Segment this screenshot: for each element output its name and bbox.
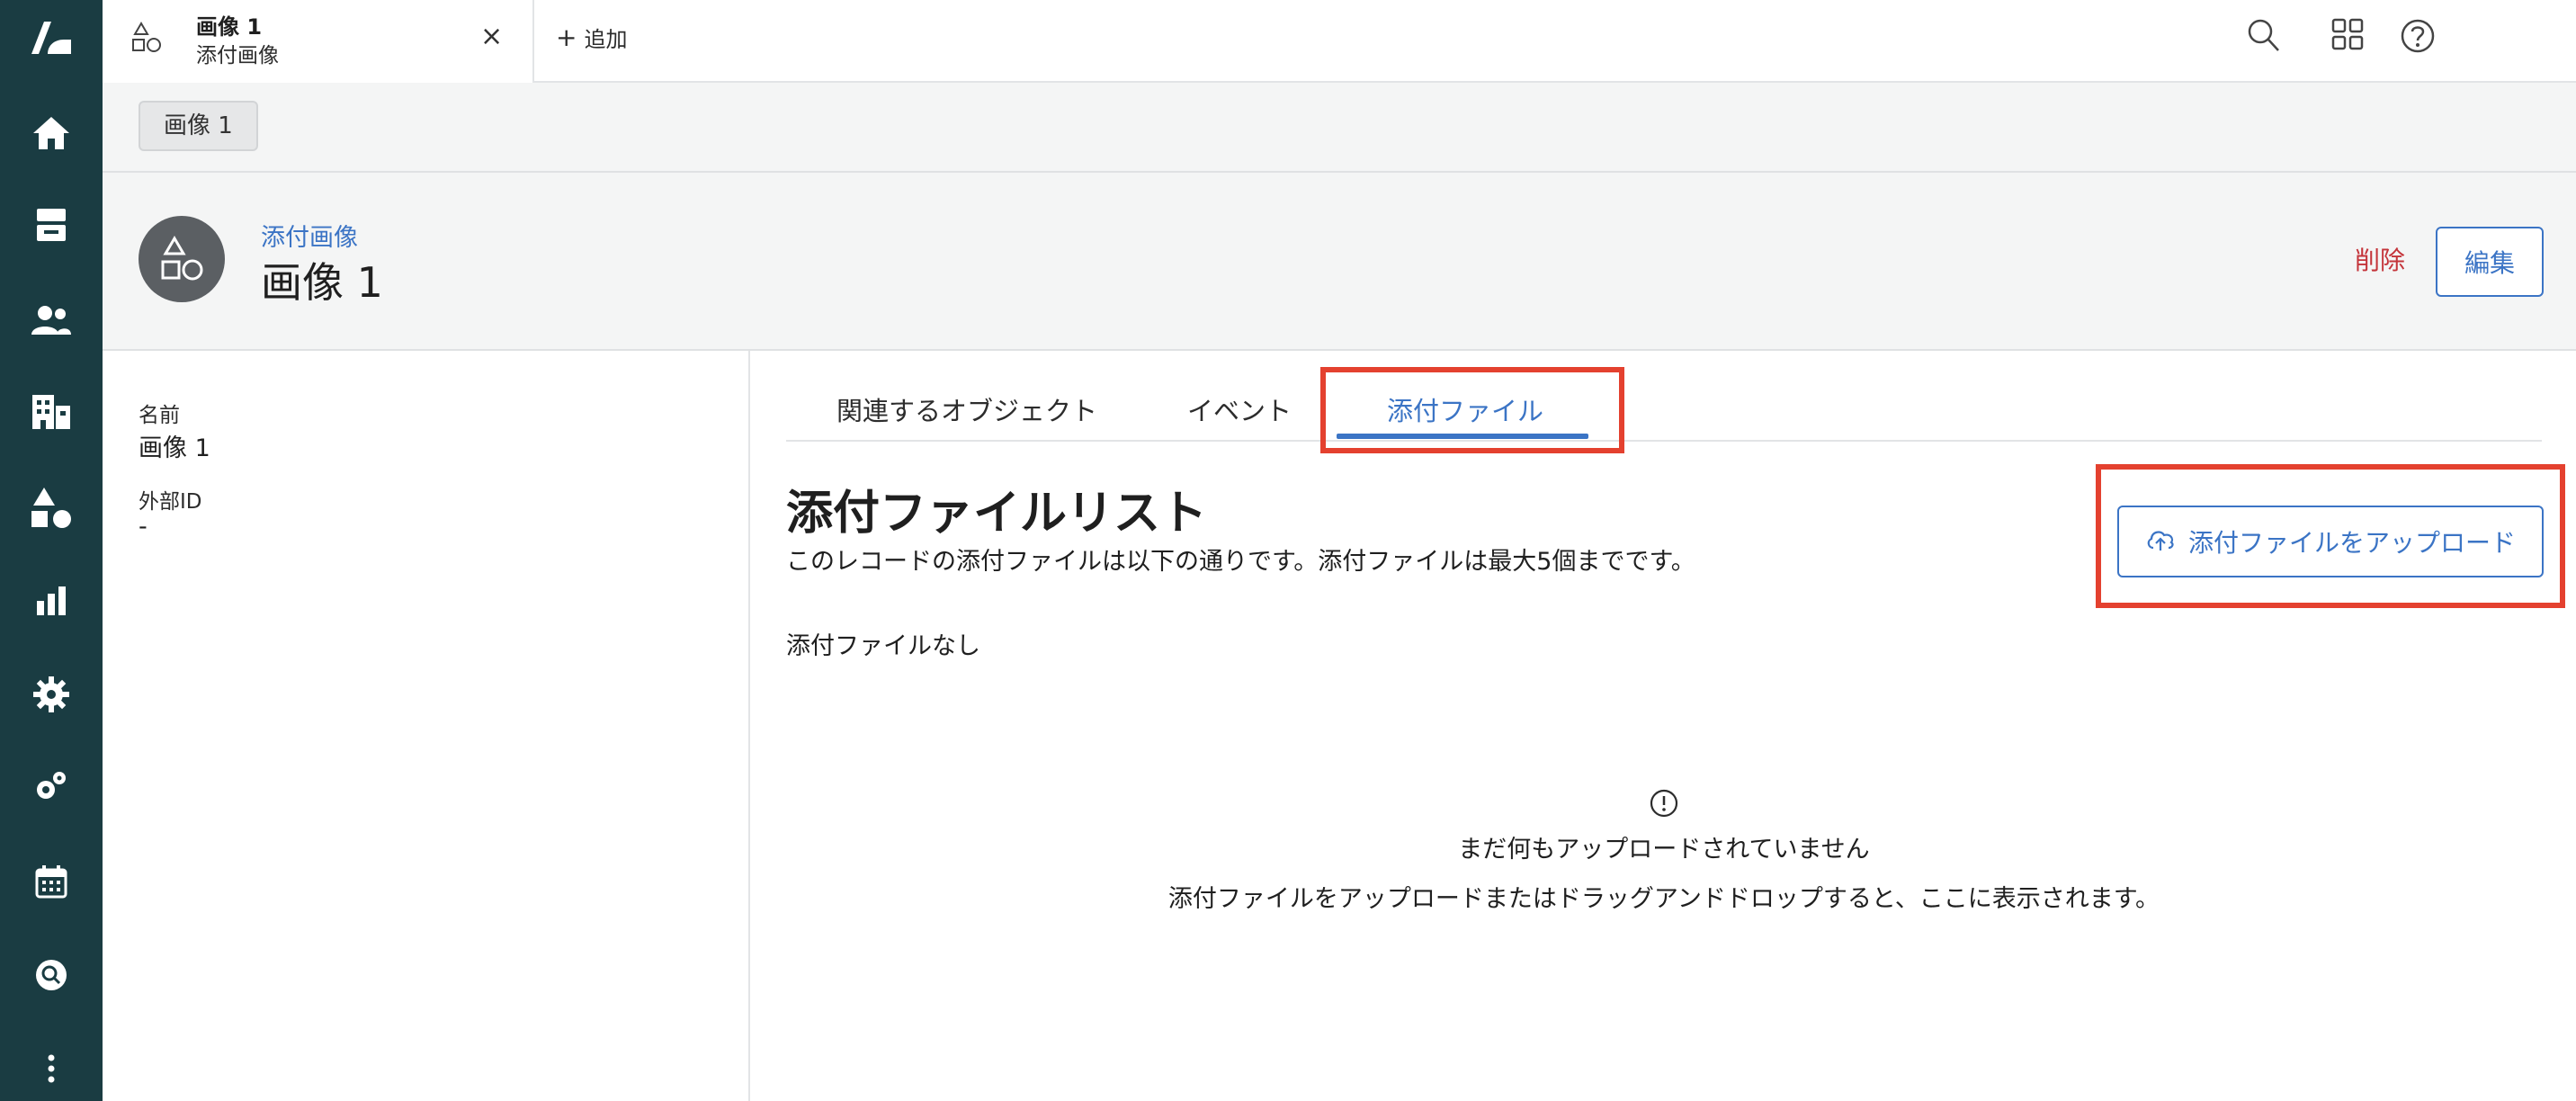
delete-button[interactable]: 削除 <box>2355 241 2405 277</box>
calendar-icon[interactable] <box>0 846 103 918</box>
attachments-description: このレコードの添付ファイルは以下の通りです。添付ファイルは最大5個までです。 <box>786 548 1695 576</box>
help-icon[interactable] <box>2400 18 2436 58</box>
field-label-external-id: 外部ID <box>139 490 202 514</box>
record-tab-subtitle: 添付画像 <box>196 44 279 67</box>
page-title: 画像 1 <box>261 258 383 307</box>
top-tab-bar: 画像 1 添付画像 × + 追加 <box>103 0 2576 83</box>
people-icon[interactable] <box>0 284 103 356</box>
record-tab-title: 画像 1 <box>196 14 263 40</box>
field-value-external-id: - <box>139 513 148 541</box>
bar-chart-icon[interactable] <box>0 565 103 637</box>
alert-circle-icon <box>1649 788 1679 822</box>
add-tab-label: 追加 <box>584 27 628 52</box>
highlight-box-upload <box>2096 464 2565 608</box>
avatar <box>139 216 225 302</box>
plus-icon: + <box>556 22 577 52</box>
app-root: 画像 1 添付画像 × + 追加 画像 1 添付画像 画像 1 削除 編集 名前… <box>0 0 2576 1101</box>
tab-related-objects[interactable]: 関連するオブジェクト <box>836 390 1097 428</box>
no-attachments-label: 添付ファイルなし <box>786 632 980 660</box>
gear-icon[interactable] <box>0 658 103 730</box>
more-vertical-icon[interactable] <box>0 1033 103 1101</box>
sidebar <box>0 0 103 1101</box>
record-header: 添付画像 画像 1 削除 編集 <box>103 173 2576 351</box>
empty-state-hint: 添付ファイルをアップロードまたはドラッグアンドドロップすると、ここに表示されます… <box>1167 885 2160 913</box>
field-value-name: 画像 1 <box>139 434 210 462</box>
shapes-outline-icon <box>131 22 162 58</box>
tab-events[interactable]: イベント <box>1187 390 1292 428</box>
shapes-outline-icon <box>161 236 203 281</box>
record-tab[interactable]: 画像 1 添付画像 × <box>103 0 534 83</box>
home-icon[interactable] <box>0 97 103 169</box>
add-tab-button[interactable]: + 追加 <box>556 22 627 53</box>
highlight-box-tab <box>1320 367 1624 453</box>
fields-panel: 名前 画像 1 外部ID - <box>103 351 750 1101</box>
empty-state: まだ何もアップロードされていません 添付ファイルをアップロードまたはドラッグアン… <box>786 788 2542 914</box>
breadcrumb-bar: 画像 1 <box>103 83 2576 173</box>
tabs-divider <box>786 440 2542 442</box>
search-circle-icon[interactable] <box>0 939 103 1011</box>
inbox-icon[interactable] <box>0 189 103 261</box>
apps-grid-icon[interactable] <box>2331 18 2364 54</box>
shapes-icon[interactable] <box>0 471 103 543</box>
close-icon[interactable]: × <box>480 23 503 50</box>
breadcrumb[interactable]: 画像 1 <box>139 101 258 151</box>
attachments-title: 添付ファイルリスト <box>786 487 1208 541</box>
building-icon[interactable] <box>0 376 103 448</box>
field-label-name: 名前 <box>139 404 180 427</box>
app-logo-icon[interactable] <box>0 2 103 74</box>
edit-button[interactable]: 編集 <box>2436 227 2544 297</box>
search-icon[interactable] <box>2247 18 2281 58</box>
record-type-link[interactable]: 添付画像 <box>261 218 358 253</box>
main-content: 関連するオブジェクト イベント 添付ファイル 添付ファイルリスト このレコードの… <box>752 351 2576 1101</box>
gears-icon[interactable] <box>0 750 103 822</box>
empty-state-title: まだ何もアップロードされていません <box>1458 836 1870 864</box>
